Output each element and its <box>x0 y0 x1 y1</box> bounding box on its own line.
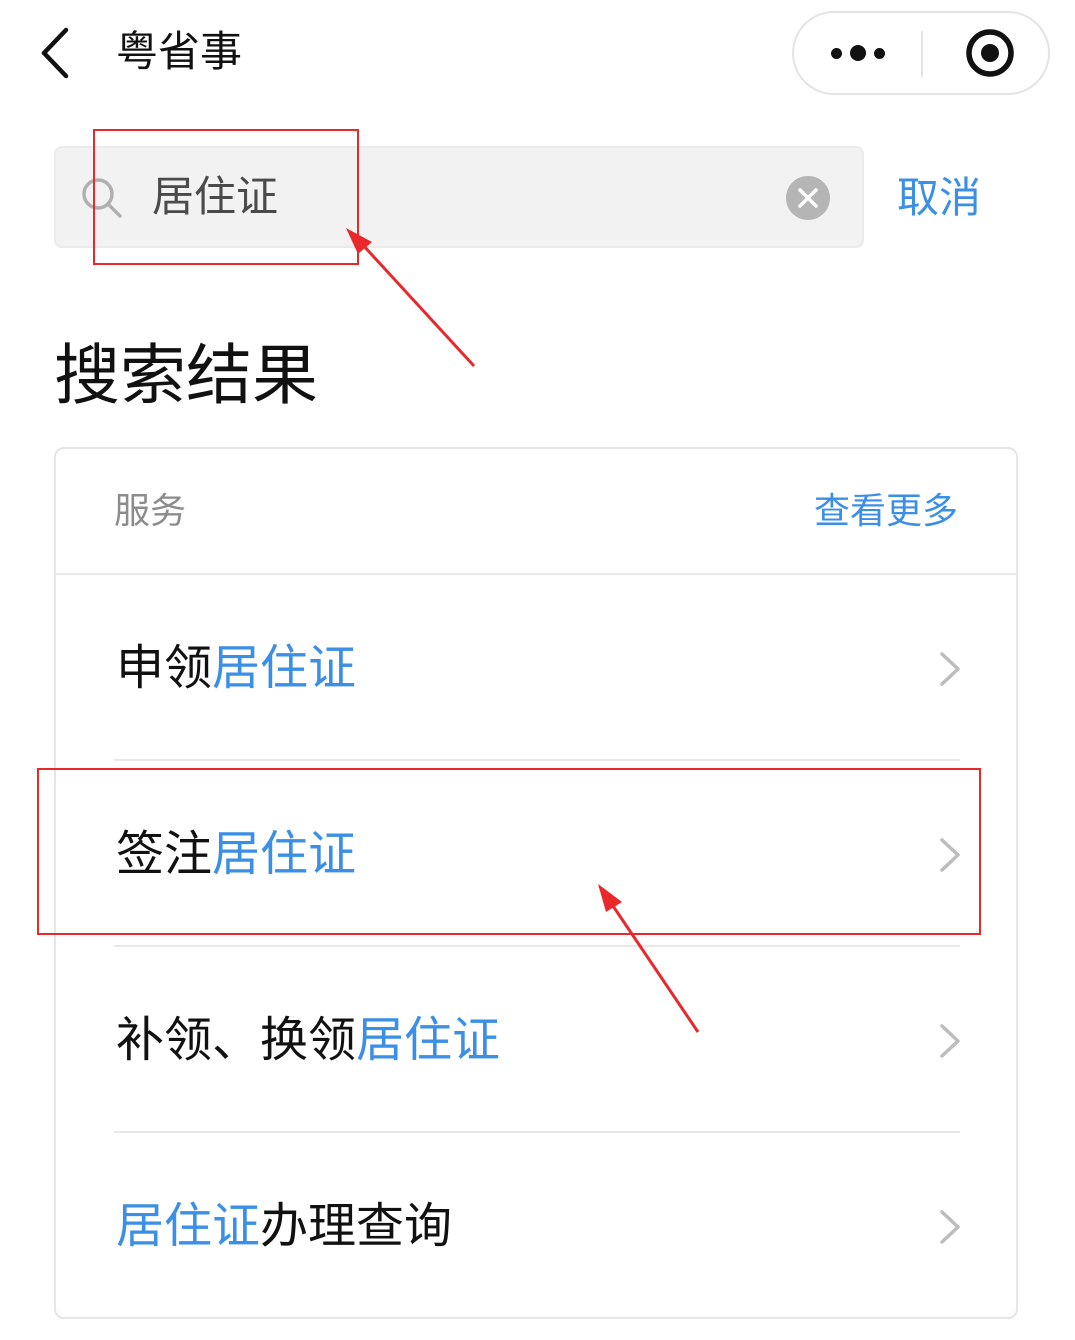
search-input[interactable] <box>152 162 752 232</box>
see-more-link[interactable]: 查看更多 <box>814 487 958 537</box>
clear-icon[interactable] <box>786 176 830 220</box>
section-label-services: 服务 <box>114 491 187 532</box>
chevron-right-icon <box>940 838 960 872</box>
target-circle-icon[interactable] <box>964 27 1016 79</box>
cancel-button[interactable]: 取消 <box>897 168 981 228</box>
search-icon <box>82 178 122 218</box>
miniprogram-capsule <box>792 11 1050 95</box>
chevron-right-icon <box>940 652 960 686</box>
chevron-right-icon <box>940 1024 960 1058</box>
services-card-header: 服务 查看更多 <box>56 449 1016 575</box>
capsule-divider <box>921 31 923 77</box>
annotation-arrow-search <box>346 228 476 368</box>
service-item-label: 居住证办理查询 <box>116 1198 453 1254</box>
service-item-label: 签注居住证 <box>116 826 357 882</box>
chevron-right-icon <box>940 1210 960 1244</box>
app-title: 粤省事 <box>116 27 243 76</box>
service-item-apply[interactable]: 申领居住证 <box>56 575 1016 761</box>
service-item-endorse[interactable]: 签注居住证 <box>56 761 1016 947</box>
service-item-replace[interactable]: 补领、换领居住证 <box>56 947 1016 1133</box>
search-results-title: 搜索结果 <box>54 337 318 414</box>
service-item-label: 补领、换领居住证 <box>116 1012 501 1068</box>
search-bar <box>54 146 864 248</box>
service-item-label: 申领居住证 <box>116 640 357 696</box>
back-arrow-icon[interactable] <box>36 26 76 80</box>
more-dots-icon[interactable] <box>794 13 922 93</box>
services-card: 服务 查看更多 申领居住证 签注居住证 补领、换领居住证 居住证办理查询 <box>54 447 1018 1319</box>
service-item-query[interactable]: 居住证办理查询 <box>56 1133 1016 1319</box>
